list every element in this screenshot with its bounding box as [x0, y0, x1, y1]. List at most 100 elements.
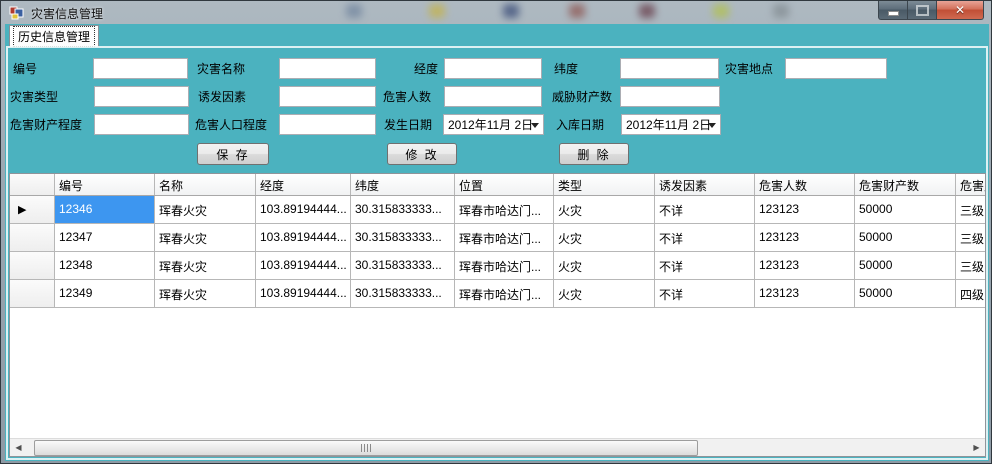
longitude-label: 经度 — [414, 59, 438, 79]
column-header[interactable]: 危害人数 — [755, 174, 855, 195]
latitude-label: 纬度 — [554, 59, 578, 79]
grid-cell[interactable]: 珲春火灾 — [155, 196, 256, 223]
row-selector[interactable] — [10, 252, 55, 279]
modify-button[interactable]: 修 改 — [387, 143, 457, 165]
entry-date-picker[interactable]: 2012年11月 2日 — [621, 114, 721, 135]
column-header[interactable]: 诱发因素 — [655, 174, 755, 195]
grid-cell[interactable]: 50000 — [855, 224, 956, 251]
grid-cell[interactable]: 123123 — [755, 196, 855, 223]
threatened-property-input[interactable] — [620, 86, 720, 107]
row-selector[interactable]: ▶ — [10, 196, 55, 223]
threatened-property-label: 威胁财产数 — [552, 87, 612, 107]
trigger-factor-label: 诱发因素 — [198, 87, 246, 107]
grid-cell[interactable]: 珲春火灾 — [155, 252, 256, 279]
latitude-input[interactable] — [620, 58, 719, 79]
titlebar-glass-reflection — [429, 4, 445, 18]
grid-cell[interactable]: 30.315833333... — [351, 280, 455, 307]
horizontal-scrollbar[interactable]: ◀ ▶ — [10, 438, 985, 456]
titlebar[interactable]: 灾害信息管理 ✕ — [1, 1, 991, 24]
column-header[interactable]: 名称 — [155, 174, 256, 195]
grid-cell[interactable]: 珲春火灾 — [155, 280, 256, 307]
grid-cell[interactable]: 50000 — [855, 252, 956, 279]
location-input[interactable] — [785, 58, 887, 79]
grid-cell[interactable]: 50000 — [855, 196, 956, 223]
grid-cell[interactable]: 123123 — [755, 280, 855, 307]
window-title: 灾害信息管理 — [31, 5, 103, 22]
grid-cell[interactable]: 珲春市哈达门... — [455, 196, 554, 223]
table-row: 12349 珲春火灾 103.89194444... 30.315833333.… — [10, 280, 985, 308]
row-selector[interactable] — [10, 224, 55, 251]
grid-cell[interactable]: 珲春市哈达门... — [455, 224, 554, 251]
titlebar-glass-reflection — [503, 4, 519, 18]
grid-cell[interactable]: 三级 — [956, 196, 986, 223]
grid-cell[interactable]: 12348 — [55, 252, 155, 279]
grid-cell[interactable]: 12349 — [55, 280, 155, 307]
longitude-input[interactable] — [444, 58, 542, 79]
grid-cell[interactable]: 103.89194444... — [256, 280, 351, 307]
occurrence-date-value: 2012年11月 2日 — [448, 116, 533, 133]
column-header[interactable]: 类型 — [554, 174, 655, 195]
column-header[interactable]: 危害财产数 — [855, 174, 956, 195]
grid-cell[interactable]: 30.315833333... — [351, 196, 455, 223]
grid-cell[interactable]: 123123 — [755, 224, 855, 251]
grid-cell[interactable]: 12346 — [55, 196, 155, 223]
app-icon — [9, 5, 25, 21]
grid-cell[interactable]: 30.315833333... — [351, 224, 455, 251]
grid-cell[interactable]: 珲春火灾 — [155, 224, 256, 251]
grid-cell[interactable]: 珲春市哈达门... — [455, 252, 554, 279]
grid-cell[interactable]: 不详 — [655, 252, 755, 279]
grid-cell[interactable]: 火灾 — [554, 252, 655, 279]
minimize-icon — [888, 11, 899, 16]
column-header[interactable]: 纬度 — [351, 174, 455, 195]
tab-history-info[interactable]: 历史信息管理 — [9, 25, 99, 47]
grid-cell[interactable]: 四级 — [956, 280, 986, 307]
disaster-name-label: 灾害名称 — [197, 59, 245, 79]
grid-cell[interactable]: 三级 — [956, 252, 986, 279]
maximize-button[interactable] — [908, 1, 936, 20]
grid-cell[interactable]: 12347 — [55, 224, 155, 251]
property-damage-degree-input[interactable] — [94, 114, 189, 135]
minimize-button[interactable] — [878, 1, 908, 20]
close-button[interactable]: ✕ — [936, 1, 984, 20]
row-selector[interactable] — [10, 280, 55, 307]
grid-cell[interactable]: 火灾 — [554, 224, 655, 251]
affected-people-input[interactable] — [444, 86, 542, 107]
grid-cell[interactable]: 火灾 — [554, 196, 655, 223]
disaster-name-input[interactable] — [279, 58, 376, 79]
delete-button[interactable]: 删 除 — [559, 143, 629, 165]
population-damage-degree-label: 危害人口程度 — [195, 115, 267, 135]
save-button[interactable]: 保 存 — [197, 143, 269, 165]
grid-cell[interactable]: 三级 — [956, 224, 986, 251]
chevron-down-icon — [531, 123, 539, 128]
scroll-left-button[interactable]: ◀ — [10, 439, 27, 456]
row-selector-header[interactable] — [10, 174, 55, 195]
table-row: ▶ 12346 珲春火灾 103.89194444... 30.31583333… — [10, 196, 985, 224]
current-row-arrow-icon: ▶ — [18, 203, 26, 216]
grid-cell[interactable]: 103.89194444... — [256, 196, 351, 223]
app-window: 灾害信息管理 ✕ 历史信息管理 编号 灾害名称 经度 纬度 灾害地点 灾害类型 … — [0, 0, 992, 464]
column-header[interactable]: 编号 — [55, 174, 155, 195]
grid-cell[interactable]: 50000 — [855, 280, 956, 307]
grid-cell[interactable]: 30.315833333... — [351, 252, 455, 279]
grid-cell[interactable]: 103.89194444... — [256, 224, 351, 251]
grid-header-row: 编号 名称 经度 纬度 位置 类型 诱发因素 危害人数 危害财产数 危害财产程度 — [10, 174, 985, 196]
disaster-type-input[interactable] — [94, 86, 189, 107]
grid-cell[interactable]: 珲春市哈达门... — [455, 280, 554, 307]
grid-cell[interactable]: 火灾 — [554, 280, 655, 307]
grid-cell[interactable]: 103.89194444... — [256, 252, 351, 279]
grid-cell[interactable]: 不详 — [655, 280, 755, 307]
column-header[interactable]: 位置 — [455, 174, 554, 195]
occurrence-date-label: 发生日期 — [384, 115, 432, 135]
grid-cell[interactable]: 不详 — [655, 196, 755, 223]
population-damage-degree-input[interactable] — [279, 114, 376, 135]
column-header[interactable]: 危害财产程度 — [956, 174, 986, 195]
table-row: 12347 珲春火灾 103.89194444... 30.315833333.… — [10, 224, 985, 252]
trigger-factor-input[interactable] — [279, 86, 376, 107]
grid-cell[interactable]: 123123 — [755, 252, 855, 279]
scroll-right-button[interactable]: ▶ — [968, 439, 985, 456]
grid-cell[interactable]: 不详 — [655, 224, 755, 251]
occurrence-date-picker[interactable]: 2012年11月 2日 — [443, 114, 544, 135]
id-input[interactable] — [93, 58, 188, 79]
column-header[interactable]: 经度 — [256, 174, 351, 195]
scrollbar-thumb[interactable] — [34, 440, 698, 456]
